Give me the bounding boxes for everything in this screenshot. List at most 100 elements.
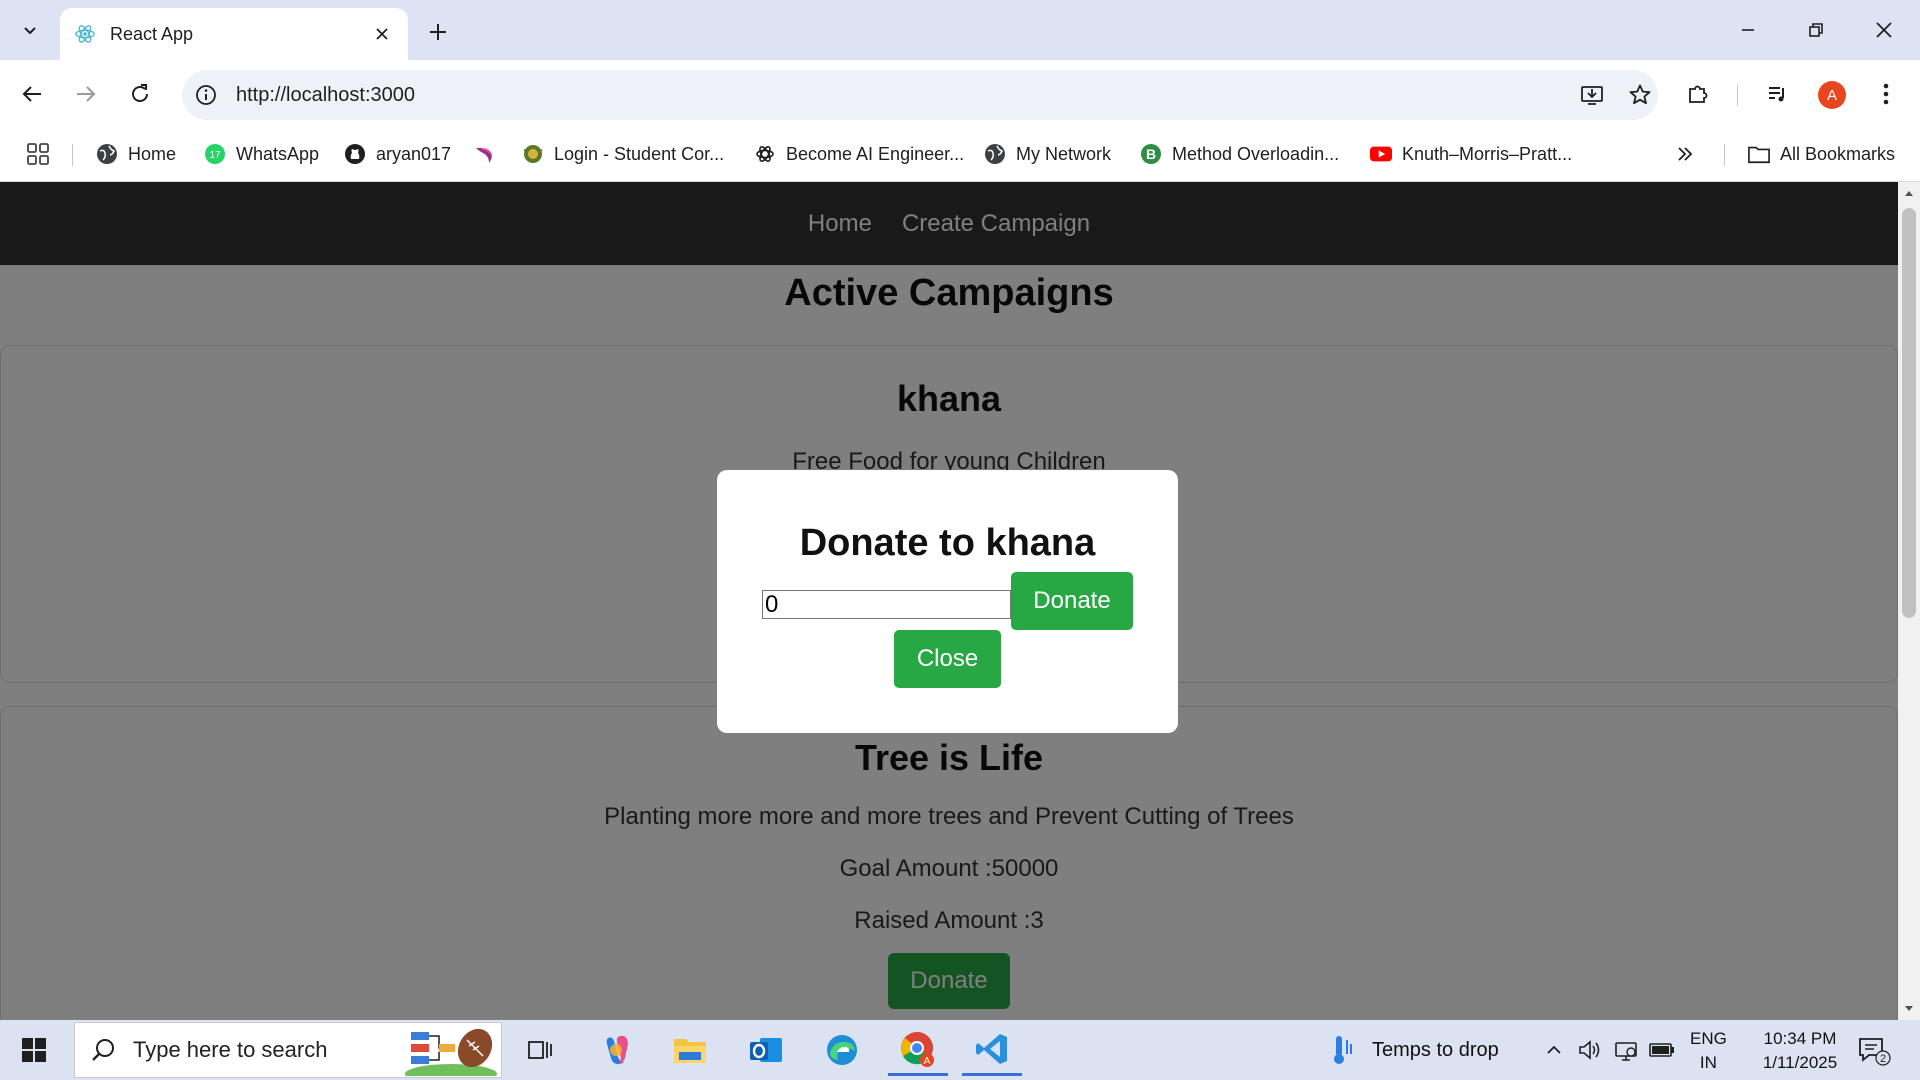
bookmark-label: Knuth–Morris–Pratt...: [1402, 143, 1573, 164]
reload-icon: [132, 84, 148, 102]
weather-widget[interactable]: Temps to drop: [1330, 1030, 1499, 1070]
edge-icon: [827, 1035, 857, 1065]
scroll-up-icon[interactable]: [1904, 188, 1914, 198]
task-view-icon: [528, 1041, 552, 1059]
url-text[interactable]: http://localhost:3000: [236, 84, 1658, 107]
browser-toolbar: http://localhost:3000 A: [0, 60, 1920, 128]
battery-button[interactable]: [1648, 1036, 1676, 1064]
more-vertical-icon: [1883, 83, 1889, 105]
volume-button[interactable]: [1576, 1036, 1604, 1064]
star-icon: [1629, 84, 1651, 105]
network-button[interactable]: [1612, 1036, 1640, 1064]
show-hidden-icons-button[interactable]: [1540, 1036, 1568, 1064]
thermometer-icon: [1334, 1036, 1352, 1064]
browser-menu-button[interactable]: [1866, 74, 1906, 114]
info-icon: [196, 85, 216, 105]
bookmark-kmp[interactable]: Knuth–Morris–Pratt...: [1370, 138, 1572, 170]
restore-button[interactable]: [1794, 8, 1838, 52]
copilot-button[interactable]: [586, 1024, 646, 1076]
b-logo-icon: B: [1140, 143, 1162, 165]
close-window-button[interactable]: [1862, 8, 1906, 52]
edge-button[interactable]: [812, 1024, 872, 1076]
bookmark-whatsapp[interactable]: 17 WhatsApp: [204, 138, 319, 170]
reload-button[interactable]: [120, 74, 160, 114]
tab-close-button[interactable]: [370, 22, 394, 46]
input-language-indicator[interactable]: ENG IN: [1690, 1027, 1727, 1075]
svg-text:A: A: [924, 1056, 931, 1067]
profile-avatar[interactable]: A: [1818, 81, 1846, 109]
modal-close-button[interactable]: Close: [894, 630, 1001, 688]
back-button[interactable]: [12, 74, 52, 114]
start-button[interactable]: [12, 1030, 56, 1070]
bookmark-label: aryan017: [376, 143, 452, 164]
battery-icon: [1649, 1043, 1674, 1057]
bookmark-label: WhatsApp: [236, 143, 320, 164]
bookmark-my-network[interactable]: My Network: [984, 138, 1111, 170]
media-control-button[interactable]: [1758, 74, 1798, 114]
install-app-button[interactable]: [1572, 75, 1612, 115]
github-icon: [344, 143, 366, 165]
language-code: ENG: [1690, 1029, 1727, 1048]
apps-grid-icon: [27, 143, 49, 165]
extensions-button[interactable]: [1678, 74, 1718, 114]
folder-icon: [674, 1039, 706, 1063]
search-icon: [89, 1036, 117, 1064]
site-info-button[interactable]: [186, 75, 226, 115]
taskbar-clock[interactable]: 10:34 PM 1/11/2025: [1740, 1027, 1860, 1075]
react-icon: [75, 25, 95, 43]
more-bookmarks-button[interactable]: [1676, 138, 1694, 170]
bookmark-label: My Network: [1016, 143, 1112, 164]
bookmark-student-portal[interactable]: Login - Student Cor...: [522, 138, 724, 170]
bookmark-label: Become AI Engineer...: [786, 143, 965, 164]
bookmark-home[interactable]: Home: [96, 138, 176, 170]
modal-donate-button[interactable]: Donate: [1011, 572, 1133, 630]
new-tab-button[interactable]: [420, 14, 456, 50]
whatsapp-badge: 17: [209, 150, 221, 161]
weather-text: Temps to drop: [1372, 1038, 1499, 1061]
bookmark-ai-engineer[interactable]: Become AI Engineer...: [754, 138, 964, 170]
task-view-button[interactable]: [510, 1024, 570, 1076]
donation-amount-input[interactable]: [762, 590, 1011, 619]
chevron-up-icon: [1547, 1045, 1561, 1054]
notification-center-button[interactable]: 2: [1854, 1034, 1894, 1068]
notification-icon: 2: [1859, 1038, 1891, 1066]
chevron-down-icon: [24, 27, 36, 35]
scroll-thumb[interactable]: [1902, 208, 1916, 618]
scroll-down-icon[interactable]: [1904, 1004, 1914, 1014]
outlook-button[interactable]: [736, 1024, 796, 1076]
restore-icon: [1809, 23, 1823, 37]
speaker-icon: [1579, 1040, 1600, 1060]
chrome-button[interactable]: A: [888, 1024, 948, 1076]
address-bar[interactable]: http://localhost:3000: [182, 70, 1658, 120]
windows-taskbar: Type here to search A Temps to drop ENG …: [0, 1020, 1920, 1080]
bookmark-label: Home: [128, 143, 177, 164]
bookmark-github[interactable]: aryan017: [344, 138, 451, 170]
forward-button[interactable]: [66, 74, 106, 114]
bookmark-star-button[interactable]: [1620, 75, 1660, 115]
all-bookmarks-button[interactable]: All Bookmarks: [1748, 138, 1895, 170]
clock-date: 1/11/2025: [1762, 1053, 1838, 1072]
browser-tab[interactable]: React App: [60, 8, 408, 60]
modal-title: Donate to khana: [799, 522, 1096, 564]
minimize-button[interactable]: [1726, 8, 1770, 52]
tab-search-button[interactable]: [12, 12, 48, 48]
student-logo-icon: [522, 143, 544, 165]
tab-title: React App: [110, 23, 194, 44]
clock-time: 10:34 PM: [1763, 1029, 1837, 1048]
outlook-icon: [750, 1038, 782, 1062]
bookmark-bird[interactable]: [474, 138, 506, 170]
search-highlight-icon: [401, 1023, 501, 1077]
taskbar-search-placeholder: Type here to search: [133, 1037, 328, 1062]
page-scrollbar[interactable]: [1898, 182, 1920, 1020]
apps-button[interactable]: [26, 138, 50, 170]
bookmark-divider: [1724, 144, 1725, 166]
svg-text:B: B: [1146, 146, 1156, 162]
taskbar-search-box[interactable]: Type here to search: [74, 1022, 502, 1078]
vscode-button[interactable]: [962, 1024, 1022, 1076]
bookmark-label: All Bookmarks: [1780, 143, 1896, 164]
toolbar-divider: [1737, 84, 1738, 106]
bookmark-label: Login - Student Cor...: [554, 143, 725, 164]
file-explorer-button[interactable]: [660, 1024, 720, 1076]
bookmark-method-overloading[interactable]: B Method Overloadin...: [1140, 138, 1339, 170]
page-viewport: Home Create Campaign Active Campaigns kh…: [0, 182, 1898, 1020]
